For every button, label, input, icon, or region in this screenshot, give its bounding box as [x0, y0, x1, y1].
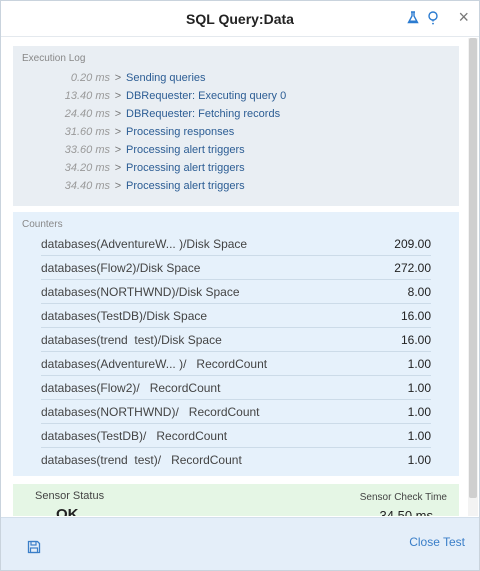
check-time-value: 34.50 ms — [379, 508, 433, 516]
counter-value: 272.00 — [394, 260, 431, 275]
close-icon[interactable]: × — [458, 7, 469, 28]
counter-value: 209.00 — [394, 236, 431, 251]
dialog-window: SQL Query:Data × Execution Log 0.20 ms > — [0, 0, 480, 571]
flask-icon[interactable] — [407, 11, 419, 26]
counter-row: databases(AdventureW... )/ RecordCount 1… — [41, 352, 431, 376]
sensor-status-label: Sensor Status — [35, 490, 105, 502]
counter-value: 8.00 — [407, 284, 431, 299]
counter-row: databases(TestDB)/ RecordCount 1.00 — [41, 424, 431, 448]
execution-log-list: 0.20 ms > Sending queries 13.40 ms > DBR… — [13, 69, 459, 195]
counter-row: databases(AdventureW... )/Disk Space 209… — [41, 232, 431, 256]
log-time: 34.40 ms — [64, 180, 110, 192]
log-time: 33.60 ms — [64, 144, 110, 156]
counter-row: databases(trend test)/Disk Space 16.00 — [41, 328, 431, 352]
counter-row: databases(trend test)/ RecordCount 1.00 — [41, 448, 431, 472]
log-text: Processing alert triggers — [126, 162, 245, 174]
log-time: 24.40 ms — [64, 108, 110, 120]
execution-log-panel: Execution Log 0.20 ms > Sending queries … — [13, 46, 459, 206]
save-icon[interactable] — [27, 540, 41, 554]
log-time: 34.20 ms — [64, 162, 110, 174]
counter-name: databases(AdventureW... )/ RecordCount — [41, 356, 268, 371]
log-text: DBRequester: Fetching records — [126, 108, 281, 120]
counters-heading: Counters — [22, 219, 63, 230]
log-entry: 0.20 ms > Sending queries — [13, 69, 459, 87]
log-text: Processing alert triggers — [126, 180, 245, 192]
counter-name: databases(AdventureW... )/Disk Space — [41, 236, 248, 251]
log-entry: 31.60 ms > Processing responses — [13, 123, 459, 141]
log-text: Processing alert triggers — [126, 144, 245, 156]
counter-value: 1.00 — [407, 404, 431, 419]
chevron-right-icon: > — [114, 180, 122, 192]
chevron-right-icon: > — [114, 144, 122, 156]
flask-icon-graphic — [407, 11, 419, 24]
counter-row: databases(Flow2)/ RecordCount 1.00 — [41, 376, 431, 400]
log-entry: 33.60 ms > Processing alert triggers — [13, 141, 459, 159]
counter-value: 1.00 — [407, 356, 431, 371]
log-entry: 34.40 ms > Processing alert triggers — [13, 177, 459, 195]
log-entry: 13.40 ms > DBRequester: Executing query … — [13, 87, 459, 105]
counters-list: databases(AdventureW... )/Disk Space 209… — [41, 232, 431, 472]
log-entry: 34.20 ms > Processing alert triggers — [13, 159, 459, 177]
chevron-right-icon: > — [114, 90, 122, 102]
title-bar: SQL Query:Data × — [1, 1, 479, 37]
log-text: DBRequester: Executing query 0 — [126, 90, 287, 102]
sensor-status-panel: Sensor Status OK Sensor Check Time 34.50… — [13, 484, 459, 516]
chevron-right-icon: > — [114, 72, 122, 84]
log-text: Processing responses — [126, 126, 235, 138]
counter-row: databases(Flow2)/Disk Space 272.00 — [41, 256, 431, 280]
scrollbar-thumb[interactable] — [469, 38, 477, 498]
close-test-button[interactable]: Close Test — [409, 535, 465, 549]
counter-row: databases(NORTHWND)/Disk Space 8.00 — [41, 280, 431, 304]
counter-value: 16.00 — [400, 308, 431, 323]
vertical-scrollbar[interactable] — [468, 38, 478, 516]
counter-name: databases(NORTHWND)/ RecordCount — [41, 404, 260, 419]
dialog-footer: Close Test — [1, 517, 479, 570]
counter-row: databases(TestDB)/Disk Space 16.00 — [41, 304, 431, 328]
chevron-right-icon: > — [114, 108, 122, 120]
log-time: 0.20 ms — [70, 72, 110, 84]
counter-name: databases(Flow2)/ RecordCount — [41, 380, 221, 395]
counter-value: 1.00 — [407, 380, 431, 395]
dialog-content: Execution Log 0.20 ms > Sending queries … — [1, 38, 479, 516]
counter-name: databases(trend test)/Disk Space — [41, 332, 222, 347]
execution-log-heading: Execution Log — [22, 53, 86, 64]
log-entry: 24.40 ms > DBRequester: Fetching records — [13, 105, 459, 123]
counters-panel: Counters databases(AdventureW... )/Disk … — [13, 212, 459, 476]
counter-value: 1.00 — [407, 428, 431, 443]
counter-value: 16.00 — [400, 332, 431, 347]
help-icon-graphic — [428, 11, 438, 25]
chevron-right-icon: > — [114, 162, 122, 174]
chevron-right-icon: > — [114, 126, 122, 138]
log-time: 13.40 ms — [64, 90, 110, 102]
help-icon[interactable] — [427, 11, 439, 27]
counter-row: databases(NORTHWND)/ RecordCount 1.00 — [41, 400, 431, 424]
counter-name: databases(TestDB)/Disk Space — [41, 308, 208, 323]
check-time-label: Sensor Check Time — [359, 492, 447, 503]
counter-name: databases(TestDB)/ RecordCount — [41, 428, 228, 443]
counter-value: 1.00 — [407, 453, 431, 467]
counter-name: databases(trend test)/ RecordCount — [41, 453, 242, 467]
log-time: 31.60 ms — [64, 126, 110, 138]
sensor-status-value: OK — [56, 506, 79, 516]
save-icon-graphic — [27, 540, 41, 554]
log-text: Sending queries — [126, 72, 206, 84]
counter-name: databases(Flow2)/Disk Space — [41, 260, 201, 275]
counter-name: databases(NORTHWND)/Disk Space — [41, 284, 240, 299]
